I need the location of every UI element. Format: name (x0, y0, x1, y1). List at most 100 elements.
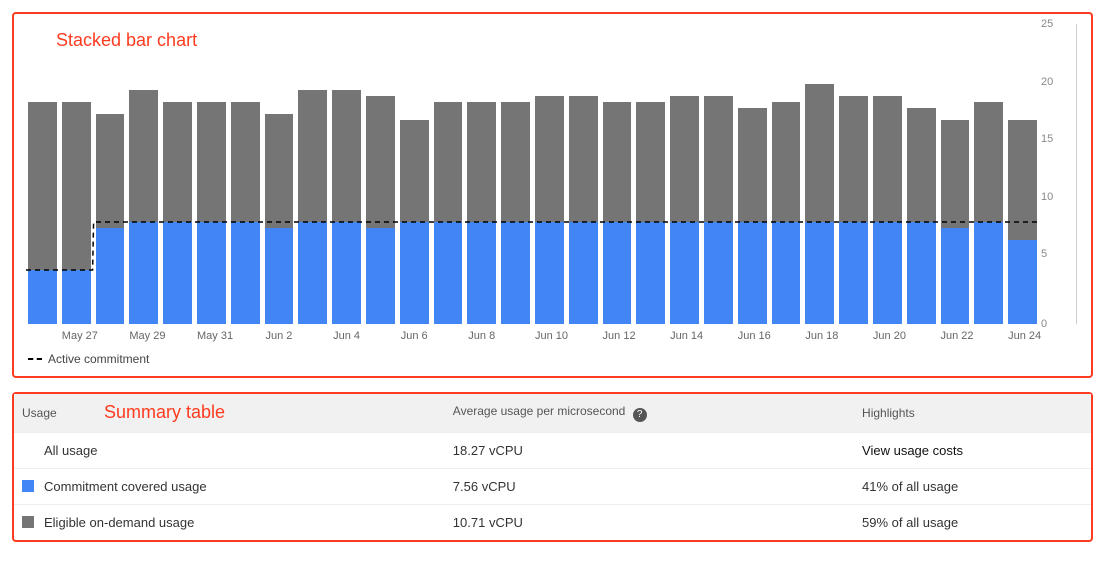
bar[interactable] (434, 24, 463, 324)
bar-segment-ondemand (636, 102, 665, 222)
cell-avg: 7.56 vCPU (445, 468, 854, 504)
bar-segment-commit (501, 222, 530, 324)
bar[interactable] (332, 24, 361, 324)
bar-segment-ondemand (839, 96, 868, 222)
x-tick: Jun 12 (603, 330, 632, 342)
x-tick (96, 330, 125, 342)
legend-dash-icon (28, 358, 42, 360)
bar-segment-commit (738, 222, 767, 324)
x-tick (907, 330, 936, 342)
bar-segment-ondemand (129, 90, 158, 222)
cell-highlight: 41% of all usage (854, 468, 1091, 504)
legend-swatch (22, 444, 34, 456)
bar[interactable] (197, 24, 226, 324)
bar-segment-commit (873, 222, 902, 324)
bar-segment-ondemand (298, 90, 327, 222)
bar[interactable] (231, 24, 260, 324)
x-tick (569, 330, 598, 342)
bar[interactable] (501, 24, 530, 324)
help-icon[interactable]: ? (633, 408, 647, 422)
bar[interactable] (298, 24, 327, 324)
bar[interactable] (704, 24, 733, 324)
bar-segment-ondemand (704, 96, 733, 222)
x-tick: Jun 16 (738, 330, 767, 342)
table-header-row: Usage Average usage per microsecond ? Hi… (14, 394, 1091, 432)
bar[interactable] (163, 24, 192, 324)
y-tick: 20 (1041, 76, 1053, 88)
bar[interactable] (129, 24, 158, 324)
usage-label: All usage (44, 443, 97, 458)
bar-segment-ondemand (535, 96, 564, 222)
cell-usage: Eligible on-demand usage (14, 504, 445, 540)
cell-avg: 18.27 vCPU (445, 432, 854, 468)
bar-segment-commit (265, 228, 294, 324)
x-tick: Jun 14 (670, 330, 699, 342)
bar[interactable] (738, 24, 767, 324)
header-usage: Usage (14, 394, 445, 432)
bar-segment-ondemand (434, 102, 463, 222)
bar[interactable] (265, 24, 294, 324)
y-tick: 10 (1041, 191, 1053, 203)
bar[interactable] (636, 24, 665, 324)
x-tick (772, 330, 801, 342)
x-tick (163, 330, 192, 342)
x-tick (298, 330, 327, 342)
bar-segment-ondemand (62, 102, 91, 270)
bar[interactable] (62, 24, 91, 324)
bar[interactable] (772, 24, 801, 324)
bar[interactable] (467, 24, 496, 324)
bar-segment-ondemand (805, 84, 834, 222)
usage-label: Commitment covered usage (44, 479, 207, 494)
bar[interactable] (569, 24, 598, 324)
bar[interactable] (670, 24, 699, 324)
bar-segment-commit (704, 222, 733, 324)
bar[interactable] (839, 24, 868, 324)
bar[interactable] (400, 24, 429, 324)
x-tick: May 31 (197, 330, 226, 342)
bar-segment-ondemand (265, 114, 294, 228)
bar-segment-commit (670, 222, 699, 324)
bar[interactable] (873, 24, 902, 324)
bar[interactable] (366, 24, 395, 324)
view-usage-costs-link[interactable]: View usage costs (862, 443, 963, 458)
bar[interactable] (96, 24, 125, 324)
table-row: Eligible on-demand usage10.71 vCPU59% of… (14, 504, 1091, 540)
bar-segment-ondemand (96, 114, 125, 228)
x-tick (839, 330, 868, 342)
bar-segment-commit (839, 222, 868, 324)
bar[interactable] (941, 24, 970, 324)
bar-segment-commit (366, 228, 395, 324)
bar[interactable] (907, 24, 936, 324)
bar-segment-commit (974, 222, 1003, 324)
bar-segment-ondemand (670, 96, 699, 222)
x-tick: Jun 4 (332, 330, 361, 342)
bar-segment-ondemand (366, 96, 395, 228)
bar[interactable] (1008, 24, 1037, 324)
bar-segment-commit (231, 222, 260, 324)
bar-segment-commit (62, 270, 91, 324)
bar-segment-ondemand (467, 102, 496, 222)
x-tick: Jun 8 (467, 330, 496, 342)
bar[interactable] (974, 24, 1003, 324)
chart-bars (28, 24, 1037, 324)
bar-segment-ondemand (231, 102, 260, 222)
bar-segment-commit (467, 222, 496, 324)
bar[interactable] (603, 24, 632, 324)
bar-segment-commit (96, 228, 125, 324)
bar[interactable] (805, 24, 834, 324)
bar-segment-commit (129, 222, 158, 324)
bar-segment-commit (163, 222, 192, 324)
x-axis: May 27May 29May 31Jun 2Jun 4Jun 6Jun 8Ju… (28, 330, 1077, 342)
bar-segment-commit (298, 222, 327, 324)
summary-table: Usage Average usage per microsecond ? Hi… (14, 394, 1091, 540)
summary-table-panel: Summary table Usage Average usage per mi… (12, 392, 1093, 542)
x-tick: Jun 10 (535, 330, 564, 342)
x-tick (434, 330, 463, 342)
chart-plot-area: 2520151050 (28, 24, 1077, 324)
table-row: All usage 18.27 vCPU View usage costs (14, 432, 1091, 468)
bar-segment-ondemand (569, 96, 598, 222)
bar-segment-ondemand (738, 108, 767, 222)
bar[interactable] (535, 24, 564, 324)
bar[interactable] (28, 24, 57, 324)
x-tick: Jun 6 (400, 330, 429, 342)
